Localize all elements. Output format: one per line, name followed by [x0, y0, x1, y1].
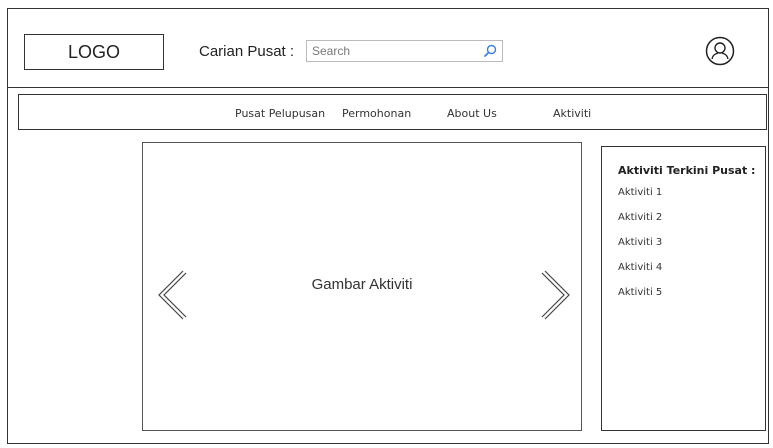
logo[interactable]: LOGO: [24, 34, 164, 70]
recent-activities-panel: Aktiviti Terkini Pusat : Aktiviti 1 Akti…: [601, 146, 766, 431]
recent-activities-title: Aktiviti Terkini Pusat :: [618, 164, 756, 177]
activity-item-5[interactable]: Aktiviti 5: [618, 287, 662, 312]
nav-item-permohonan[interactable]: Permohonan: [342, 107, 411, 120]
nav-item-about-us[interactable]: About Us: [447, 107, 497, 120]
recent-activities-list: Aktiviti 1 Aktiviti 2 Aktiviti 3 Aktivit…: [618, 187, 662, 312]
carousel-caption: Gambar Aktiviti: [311, 276, 413, 293]
search-icon[interactable]: [483, 44, 497, 58]
user-profile-icon[interactable]: [705, 36, 735, 66]
activity-item-2[interactable]: Aktiviti 2: [618, 212, 662, 237]
navbar: Pusat Pelupusan Permohonan About Us Akti…: [18, 94, 767, 130]
activity-item-1[interactable]: Aktiviti 1: [618, 187, 662, 212]
image-carousel: Gambar Aktiviti: [142, 142, 582, 431]
nav-item-pusat-pelupusan[interactable]: Pusat Pelupusan: [235, 107, 325, 120]
chevron-right-icon[interactable]: [541, 269, 573, 321]
activity-item-3[interactable]: Aktiviti 3: [618, 237, 662, 262]
logo-text: LOGO: [67, 41, 120, 62]
activity-item-4[interactable]: Aktiviti 4: [618, 262, 662, 287]
nav-item-aktiviti[interactable]: Aktiviti: [553, 107, 591, 120]
search-input[interactable]: [306, 40, 503, 62]
header-divider: [7, 87, 769, 88]
search-label: Carian Pusat :: [199, 43, 295, 60]
